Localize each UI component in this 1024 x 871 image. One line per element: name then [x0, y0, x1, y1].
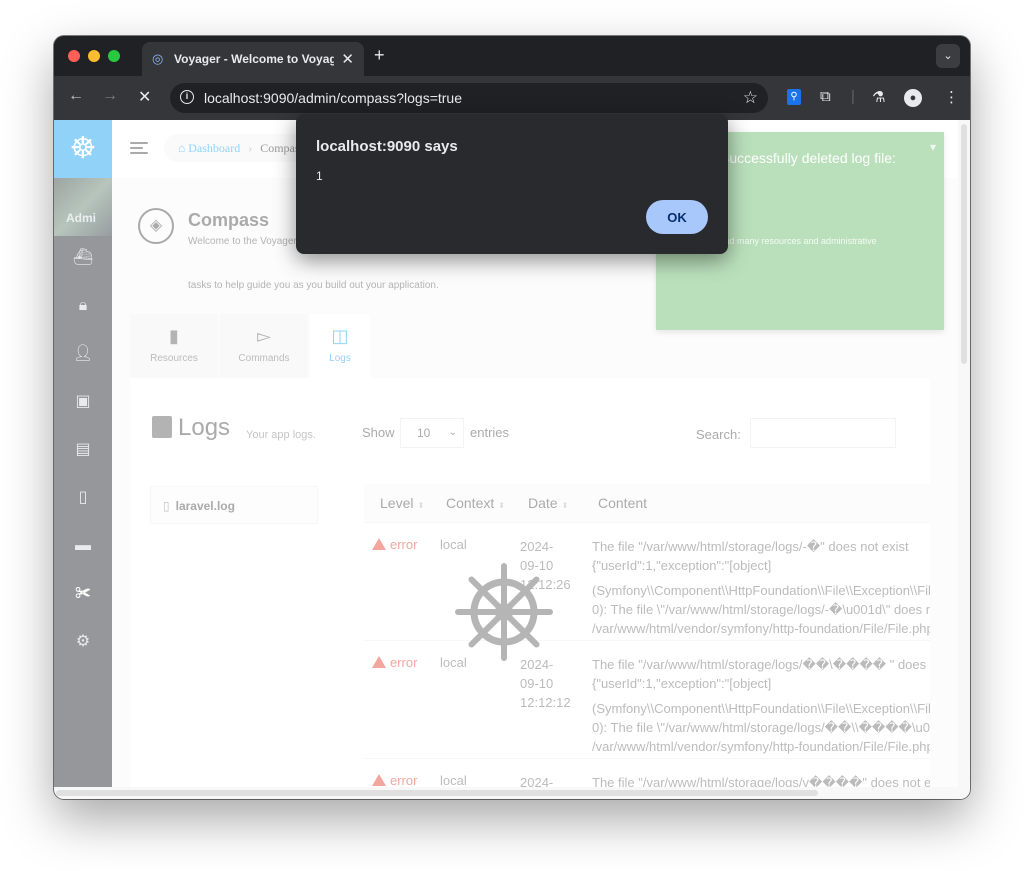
back-arrow-icon[interactable]: ← [68, 87, 84, 105]
new-tab-button[interactable]: + [374, 45, 385, 66]
profile-avatar-icon[interactable]: ● [904, 89, 922, 107]
tab-title: Voyager - Welcome to Voyager [174, 52, 334, 66]
labs-flask-icon[interactable]: ⚗ [872, 88, 885, 106]
browser-tab[interactable]: ◎ Voyager - Welcome to Voyager ✕ [142, 42, 364, 76]
voyager-favicon-icon: ◎ [152, 51, 164, 66]
close-window-button[interactable] [68, 50, 80, 62]
extension-accessibility-icon[interactable]: ⚲ [787, 89, 801, 105]
js-alert-dialog: localhost:9090 says 1 OK [296, 114, 728, 254]
stop-loading-icon[interactable]: ✕ [138, 87, 151, 107]
dialog-message: 1 [316, 169, 323, 183]
toolbar-divider: | [851, 88, 855, 105]
maximize-window-button[interactable] [108, 50, 120, 62]
url-text: localhost:9090/admin/compass?logs=true [204, 90, 462, 106]
dialog-ok-button[interactable]: OK [646, 200, 708, 234]
dialog-title: localhost:9090 says [316, 138, 458, 155]
address-bar[interactable]: i localhost:9090/admin/compass?logs=true… [170, 83, 768, 113]
tab-search-chevron-icon[interactable]: ⌄ [936, 44, 960, 68]
minimize-window-button[interactable] [88, 50, 100, 62]
browser-window: ◎ Voyager - Welcome to Voyager ✕ + ⌄ ← →… [54, 36, 970, 799]
site-info-icon[interactable]: i [180, 90, 194, 104]
tab-close-icon[interactable]: ✕ [341, 50, 354, 68]
browser-menu-icon[interactable]: ⋮ [944, 88, 959, 106]
tab-strip: ◎ Voyager - Welcome to Voyager ✕ + ⌄ [54, 36, 970, 76]
forward-arrow-icon[interactable]: → [102, 87, 118, 105]
extensions-puzzle-icon[interactable]: ⧉ [820, 88, 831, 105]
bookmark-star-icon[interactable]: ☆ [743, 88, 758, 108]
